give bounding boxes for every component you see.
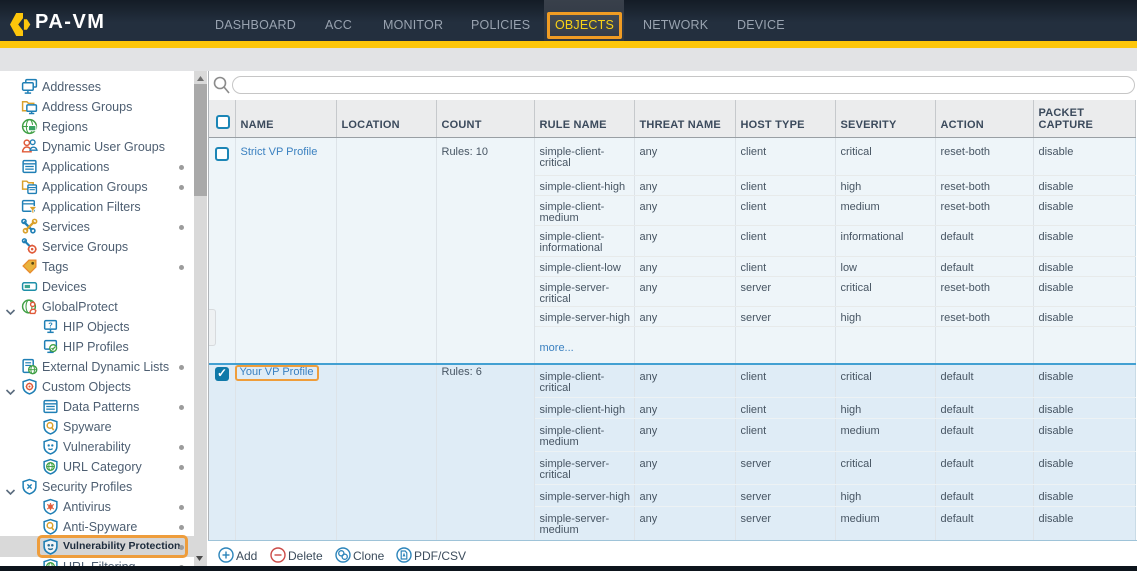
svg-text:?: ? (48, 320, 53, 329)
